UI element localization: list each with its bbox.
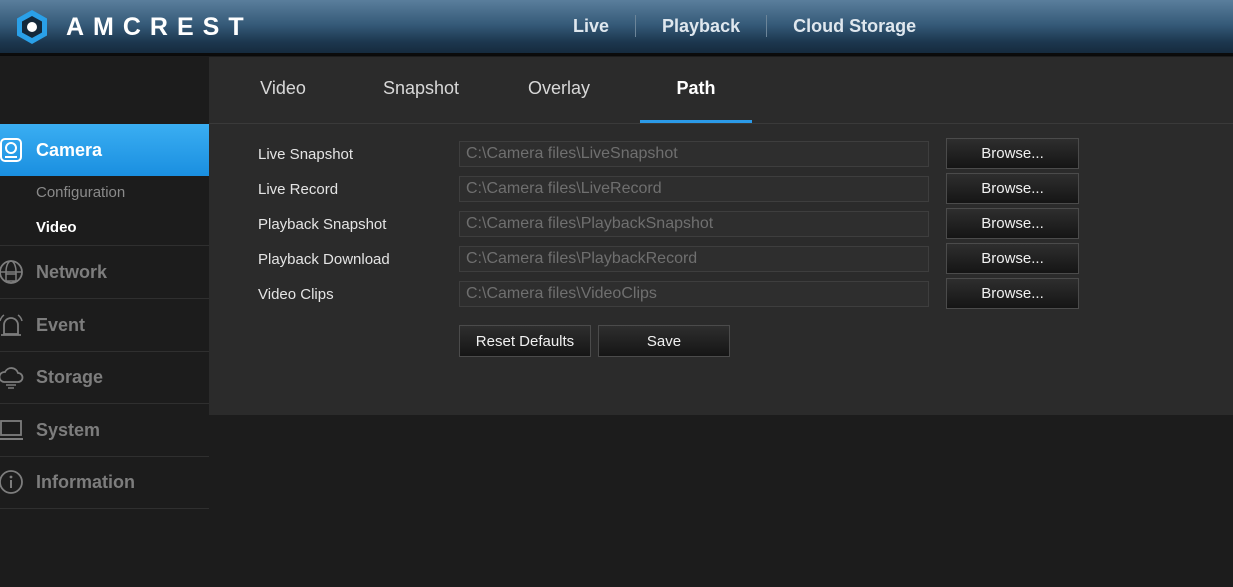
sidebar-item-storage[interactable]: Storage bbox=[0, 351, 209, 404]
sidebar-item-label: Event bbox=[36, 314, 86, 335]
active-tab-indicator bbox=[640, 120, 752, 123]
alarm-icon bbox=[0, 312, 24, 338]
tab-bar: Video Snapshot Overlay Path bbox=[209, 57, 1233, 124]
playback-snapshot-label: Playback Snapshot bbox=[258, 216, 387, 233]
sidebar-item-event[interactable]: Event bbox=[0, 299, 209, 352]
tab-overlay[interactable]: Overlay bbox=[499, 78, 619, 99]
sidebar-item-label: Storage bbox=[36, 366, 104, 387]
save-button[interactable]: Save bbox=[598, 325, 730, 357]
playback-download-browse-button[interactable]: Browse... bbox=[946, 243, 1079, 274]
info-icon bbox=[0, 469, 24, 495]
sidebar-item-label: Camera bbox=[36, 139, 103, 160]
monitor-icon bbox=[0, 417, 24, 443]
sidebar-subitem-video[interactable]: Video bbox=[36, 219, 77, 236]
top-nav: Live Playback Cloud Storage bbox=[553, 0, 942, 52]
sidebar: Camera Configuration Video Network Event bbox=[0, 57, 222, 587]
live-snapshot-browse-button[interactable]: Browse... bbox=[946, 138, 1079, 169]
video-clips-label: Video Clips bbox=[258, 286, 334, 303]
playback-download-label: Playback Download bbox=[258, 251, 390, 268]
live-snapshot-label: Live Snapshot bbox=[258, 146, 354, 163]
live-record-browse-button[interactable]: Browse... bbox=[946, 173, 1079, 204]
video-clips-path-input[interactable] bbox=[459, 281, 929, 307]
sidebar-item-network[interactable]: Network bbox=[0, 246, 209, 299]
tab-path[interactable]: Path bbox=[636, 78, 756, 99]
sidebar-item-camera[interactable]: Camera bbox=[0, 124, 221, 176]
live-record-label: Live Record bbox=[258, 181, 339, 198]
playback-snapshot-path-input[interactable] bbox=[459, 211, 929, 237]
network-icon bbox=[0, 259, 24, 285]
brand-name: AMCREST bbox=[66, 12, 253, 41]
sidebar-subitem-configuration[interactable]: Configuration bbox=[36, 184, 125, 201]
nav-playback[interactable]: Playback bbox=[636, 16, 766, 37]
video-clips-browse-button[interactable]: Browse... bbox=[946, 278, 1079, 309]
sidebar-item-system[interactable]: System bbox=[0, 404, 209, 457]
tab-video[interactable]: Video bbox=[223, 78, 343, 99]
sidebar-item-label: Network bbox=[36, 261, 108, 282]
top-header: AMCREST Live Playback Cloud Storage bbox=[0, 0, 1233, 56]
amcrest-logo-icon bbox=[17, 10, 47, 44]
reset-defaults-button[interactable]: Reset Defaults bbox=[459, 325, 591, 357]
nav-cloud-storage[interactable]: Cloud Storage bbox=[767, 16, 942, 37]
sidebar-item-information[interactable]: Information bbox=[0, 456, 209, 509]
live-record-path-input[interactable] bbox=[459, 176, 929, 202]
sidebar-item-label: System bbox=[36, 419, 101, 440]
live-snapshot-path-input[interactable] bbox=[459, 141, 929, 167]
nav-live[interactable]: Live bbox=[553, 16, 635, 37]
brand-logo: AMCREST bbox=[16, 9, 253, 45]
cloud-storage-icon bbox=[0, 364, 24, 390]
tab-snapshot[interactable]: Snapshot bbox=[361, 78, 481, 99]
content-panel: Video Snapshot Overlay Path Live Snapsho… bbox=[209, 57, 1233, 415]
camera-icon bbox=[0, 137, 24, 163]
playback-download-path-input[interactable] bbox=[459, 246, 929, 272]
sidebar-item-label: Information bbox=[36, 471, 135, 492]
playback-snapshot-browse-button[interactable]: Browse... bbox=[946, 208, 1079, 239]
